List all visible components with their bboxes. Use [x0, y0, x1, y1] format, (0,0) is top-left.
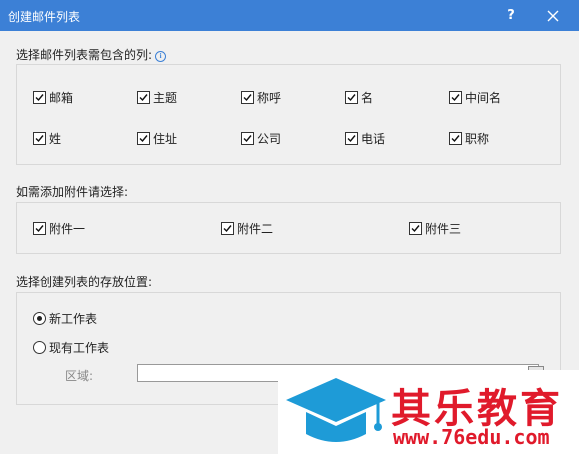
check-icon	[411, 225, 420, 233]
checkbox-last-name[interactable]: 姓	[33, 130, 61, 147]
graduation-cap-icon	[286, 378, 386, 442]
attachments-group	[16, 202, 561, 254]
check-icon	[35, 225, 44, 233]
checkbox-label: 附件二	[237, 222, 274, 236]
checkbox-phone[interactable]: 电话	[345, 130, 385, 147]
check-icon	[451, 135, 460, 143]
checkbox-salutation[interactable]: 称呼	[241, 89, 281, 106]
check-icon	[243, 94, 252, 102]
checkbox-label: 公司	[257, 132, 282, 146]
help-icon: ?	[507, 8, 515, 23]
checkbox-label: 中间名	[465, 91, 502, 105]
checkbox-job-title[interactable]: 职称	[449, 130, 489, 147]
checkbox-box[interactable]	[345, 91, 358, 104]
checkbox-box[interactable]	[33, 222, 46, 235]
checkbox-label: 名	[361, 91, 374, 105]
radio-new-sheet[interactable]: 新工作表	[33, 310, 97, 327]
checkbox-box[interactable]	[409, 222, 422, 235]
check-icon	[35, 94, 44, 102]
columns-section-label: 选择邮件列表需包含的列: i	[16, 46, 167, 63]
check-icon	[139, 94, 148, 102]
radio-existing-sheet[interactable]: 现有工作表	[33, 339, 109, 356]
check-icon	[223, 225, 232, 233]
checkbox-box[interactable]	[449, 91, 462, 104]
checkbox-subject[interactable]: 主题	[137, 89, 177, 106]
checkbox-box[interactable]	[33, 132, 46, 145]
checkbox-attachment-2[interactable]: 附件二	[221, 220, 273, 237]
columns-group	[16, 64, 561, 165]
checkbox-label: 邮箱	[49, 91, 74, 105]
info-icon[interactable]: i	[155, 51, 167, 62]
check-icon	[243, 135, 252, 143]
check-icon	[35, 135, 44, 143]
radio-dot	[37, 316, 42, 321]
window-title: 创建邮件列表	[8, 10, 81, 24]
checkbox-box[interactable]	[221, 222, 234, 235]
checkbox-first-name[interactable]: 名	[345, 89, 373, 106]
radio-label: 新工作表	[49, 312, 98, 326]
radio-circle[interactable]	[33, 341, 46, 354]
checkbox-label: 附件一	[49, 222, 86, 236]
location-section-label: 选择创建列表的存放位置:	[16, 275, 153, 289]
checkbox-box[interactable]	[241, 91, 254, 104]
checkbox-address[interactable]: 住址	[137, 130, 177, 147]
checkbox-label: 主题	[153, 91, 178, 105]
checkbox-box[interactable]	[137, 132, 150, 145]
checkbox-email[interactable]: 邮箱	[33, 89, 73, 106]
checkbox-label: 称呼	[257, 91, 282, 105]
checkbox-box[interactable]	[241, 132, 254, 145]
close-icon	[547, 10, 559, 21]
checkbox-company[interactable]: 公司	[241, 130, 281, 147]
check-icon	[451, 94, 460, 102]
help-button[interactable]: ?	[495, 0, 527, 31]
checkbox-label: 住址	[153, 132, 178, 146]
checkbox-label: 职称	[465, 132, 490, 146]
checkbox-box[interactable]	[33, 91, 46, 104]
radio-circle[interactable]	[33, 312, 46, 325]
check-icon	[139, 135, 148, 143]
watermark: 其乐教育 www.76edu.com	[278, 370, 579, 454]
close-button[interactable]	[537, 0, 569, 31]
radio-label: 现有工作表	[49, 341, 110, 355]
watermark-url: www.76edu.com	[393, 425, 550, 449]
checkbox-box[interactable]	[345, 132, 358, 145]
region-label: 区域:	[65, 369, 94, 383]
checkbox-label: 附件三	[425, 222, 462, 236]
checkbox-box[interactable]	[137, 91, 150, 104]
checkbox-middle-name[interactable]: 中间名	[449, 89, 501, 106]
check-icon	[347, 94, 356, 102]
checkbox-label: 姓	[49, 132, 62, 146]
title-bar: 创建邮件列表 ?	[0, 0, 579, 31]
checkbox-box[interactable]	[449, 132, 462, 145]
checkbox-attachment-3[interactable]: 附件三	[409, 220, 461, 237]
attachments-section-label: 如需添加附件请选择:	[16, 185, 129, 199]
checkbox-attachment-1[interactable]: 附件一	[33, 220, 85, 237]
check-icon	[347, 135, 356, 143]
checkbox-label: 电话	[361, 132, 386, 146]
